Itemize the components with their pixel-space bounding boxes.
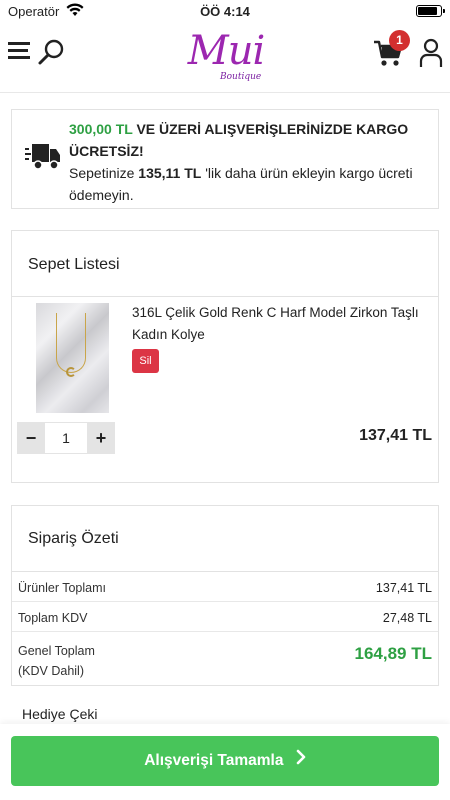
product-name[interactable]: 316L Çelik Gold Renk C Harf Model Zirkon… xyxy=(132,302,432,346)
order-summary-card: Sipariş Özeti Ürünler Toplamı 137,41 TL … xyxy=(11,505,439,686)
product-image[interactable] xyxy=(36,303,109,413)
increase-quantity-button[interactable]: + xyxy=(87,422,115,454)
tax-label: Toplam KDV xyxy=(18,611,88,625)
item-price: 137,41 TL xyxy=(359,427,432,444)
subtotal-value: 137,41 TL xyxy=(375,581,432,595)
menu-icon[interactable] xyxy=(8,40,32,67)
search-icon[interactable] xyxy=(37,38,65,71)
shipping-message: 300,00 TL VE ÜZERİ ALIŞVERİŞLERİNİZDE KA… xyxy=(69,118,431,206)
truck-icon xyxy=(25,142,61,177)
chevron-right-icon xyxy=(296,736,306,786)
battery-icon xyxy=(416,5,445,17)
grand-total-note: (KDV Dahil) xyxy=(18,664,84,678)
grand-total-value: 164,89 TL xyxy=(354,644,433,663)
decrease-quantity-button[interactable]: − xyxy=(17,422,45,454)
brand-logo[interactable]: Mui Boutique xyxy=(180,28,272,86)
status-bar: Operatör ÖÖ 4:14 xyxy=(0,0,450,22)
subtotal-label: Ürünler Toplamı xyxy=(18,581,107,595)
quantity-value[interactable]: 1 xyxy=(45,422,87,454)
shipping-line-prefix: Sepetinize xyxy=(69,165,139,181)
gift-voucher-toggle[interactable]: Hediye Çeki xyxy=(22,706,97,722)
summary-row-subtotal: Ürünler Toplamı 137,41 TL xyxy=(12,572,438,602)
complete-purchase-button[interactable]: Alışverişi Tamamla xyxy=(11,736,439,786)
app-header: Mui Boutique 1 xyxy=(0,22,450,90)
clock: ÖÖ 4:14 xyxy=(200,4,250,19)
delete-item-button[interactable]: Sil xyxy=(132,349,159,373)
shipping-threshold: 300,00 TL xyxy=(69,121,133,137)
cart-button[interactable]: 1 xyxy=(373,30,410,72)
summary-row-tax: Toplam KDV 27,48 TL xyxy=(12,602,438,632)
shipping-remaining: 135,11 TL xyxy=(138,165,202,181)
header-divider xyxy=(0,92,450,93)
checkout-label: Alışverişi Tamamla xyxy=(144,752,284,770)
free-shipping-notice: 300,00 TL VE ÜZERİ ALIŞVERİŞLERİNİZDE KA… xyxy=(11,109,439,209)
quantity-stepper: − 1 + xyxy=(17,422,115,454)
user-icon[interactable] xyxy=(419,38,443,73)
cart-list-divider xyxy=(12,296,438,297)
logo-subtitle: Boutique xyxy=(220,72,262,82)
logo-text: Mui xyxy=(187,28,266,74)
order-summary-title: Sipariş Özeti xyxy=(28,530,119,547)
grand-total-title: Genel Toplam xyxy=(18,644,95,658)
cart-list-card: Sepet Listesi 316L Çelik Gold Renk C Har… xyxy=(11,230,439,483)
cart-icon xyxy=(373,40,403,72)
cart-count-badge: 1 xyxy=(389,30,410,51)
grand-total-label: Genel Toplam (KDV Dahil) xyxy=(18,641,95,681)
cart-list-title: Sepet Listesi xyxy=(28,256,120,273)
summary-row-grand-total: Genel Toplam (KDV Dahil) 164,89 TL xyxy=(12,632,438,685)
tax-value: 27,48 TL xyxy=(382,611,432,625)
